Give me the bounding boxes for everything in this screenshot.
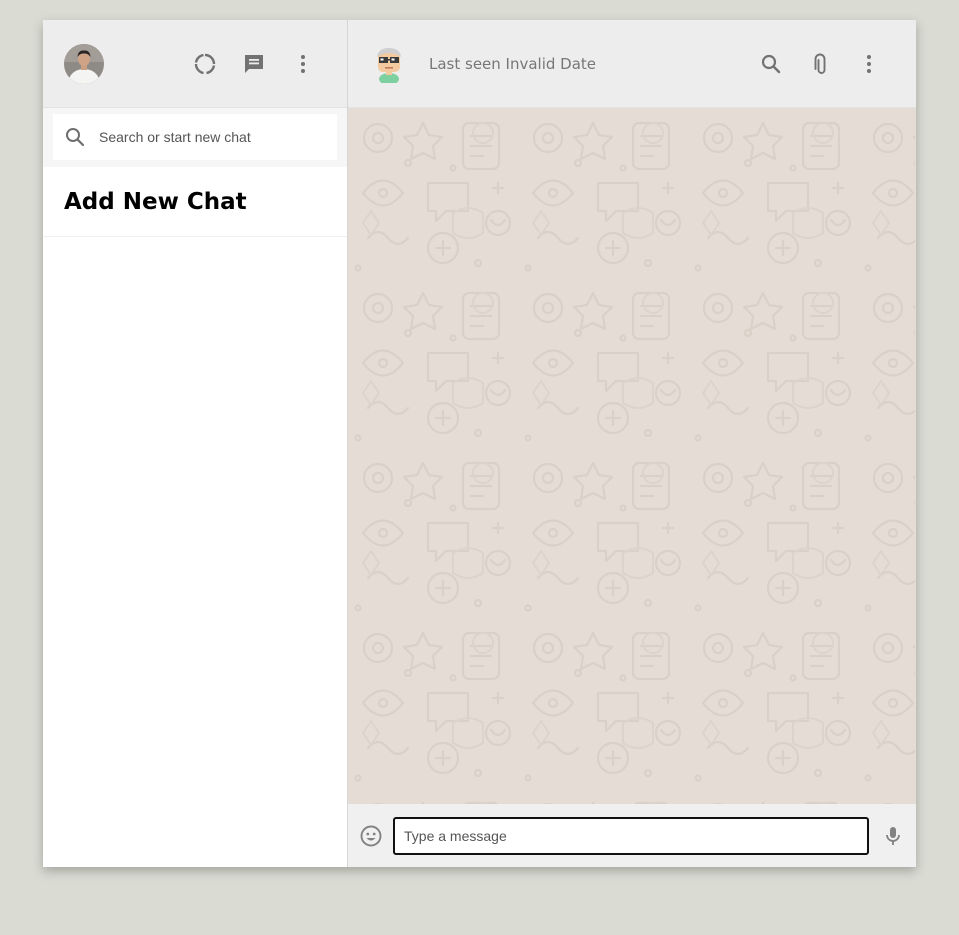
last-seen-text: Last seen Invalid Date [429,54,597,73]
user-avatar[interactable] [64,43,104,84]
search-icon [761,54,780,73]
search-container [43,108,347,167]
search-input[interactable] [99,129,319,145]
search-icon [66,128,85,147]
attach-button[interactable] [795,44,844,84]
menu-icon [300,54,305,73]
sidebar: Add New Chat [43,20,348,867]
sidebar-header-actions [180,44,327,84]
chat-header-actions [746,44,893,84]
sidebar-menu-button[interactable] [278,44,327,84]
attach-icon [814,53,825,74]
chat-footer [348,804,916,867]
doodle-background [348,108,915,804]
sidebar-header [43,20,347,108]
new-chat-icon [244,54,263,73]
chat-list [43,237,347,867]
chat-messages-area [348,108,916,804]
whatsapp-app: Add New Chat Last [43,20,916,867]
search-box [53,114,337,160]
emoji-icon[interactable] [359,824,383,848]
chat-menu-button[interactable] [844,44,893,84]
add-new-chat-label: Add New Chat [64,188,247,215]
chat-search-button[interactable] [746,44,795,84]
chat-header: Last seen Invalid Date [348,20,916,108]
status-button[interactable] [180,44,229,84]
mic-icon[interactable] [881,824,905,848]
contact-avatar[interactable] [370,45,408,85]
new-chat-button[interactable] [229,44,278,84]
status-icon [194,53,215,74]
chat-header-info: Last seen Invalid Date [429,55,596,73]
menu-icon [866,54,871,73]
add-new-chat[interactable]: Add New Chat [43,167,347,237]
message-input[interactable] [393,816,869,855]
chat-pane: Last seen Invalid Date [348,20,916,867]
